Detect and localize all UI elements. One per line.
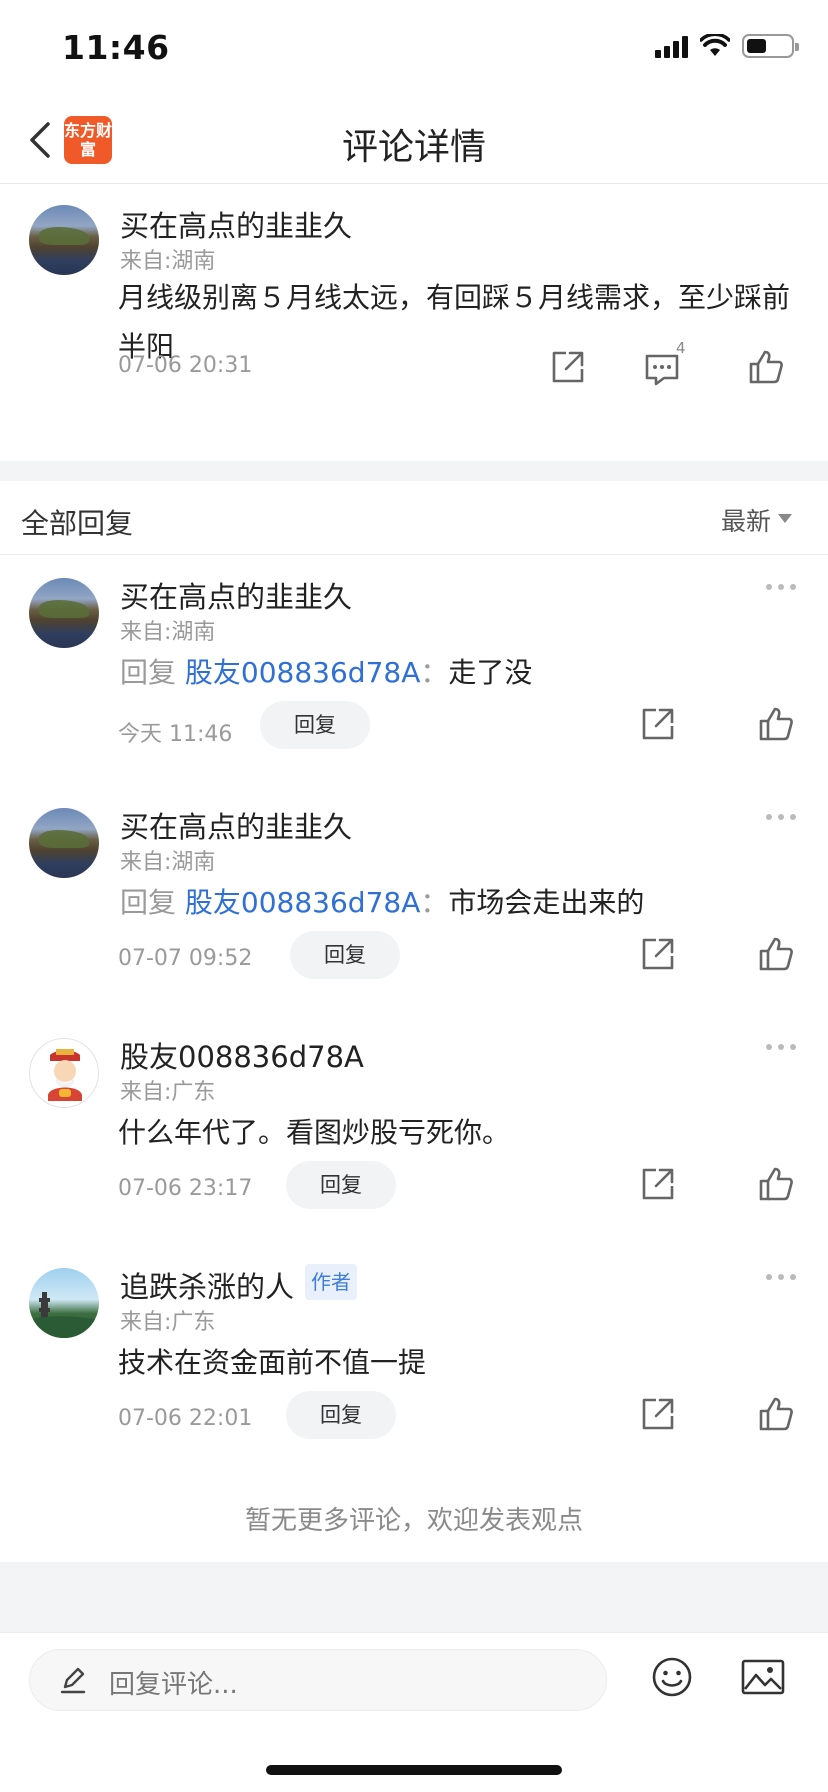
share-icon (642, 1398, 674, 1430)
reply-content: 回复 股友008836d78A：走了没 (120, 651, 532, 691)
wifi-icon (700, 34, 730, 56)
comment-time: 07-06 20:31 (118, 353, 253, 378)
more-options-icon[interactable] (766, 1044, 796, 1054)
comment-input-bar: 回复评论... (0, 1632, 828, 1792)
thumbs-up-icon (759, 937, 793, 971)
user-location: 来自:湖南 (120, 249, 216, 274)
avatar[interactable] (29, 1268, 99, 1338)
reply-button[interactable]: 回复 (260, 701, 370, 749)
reply-target-link[interactable]: 股友008836d78A (185, 656, 420, 689)
reply-time: 07-06 23:17 (118, 1176, 253, 1201)
reply-text: 什么年代了。看图炒股亏死你。 (118, 1116, 511, 1149)
replies-header: 全部回复 最新 (0, 481, 828, 555)
reply-text: 市场会走出来的 (448, 886, 645, 919)
reply-button[interactable]: 回复 (286, 1161, 396, 1209)
share-icon (642, 708, 674, 740)
reply-item: 买在高点的韭韭久 来自:湖南 回复 股友008836d78A：市场会走出来的 0… (0, 786, 828, 1016)
like-button[interactable] (756, 1164, 796, 1204)
reply-content: 回复 股友008836d78A：市场会走出来的 (120, 881, 644, 921)
reply-prefix: 回复 (120, 886, 177, 919)
author-badge: 作者 (305, 1264, 357, 1300)
reply-input[interactable]: 回复评论... (29, 1649, 607, 1711)
thumbs-up-icon (759, 1167, 793, 1201)
no-more-comments-note: 暂无更多评论，欢迎发表观点 (244, 1506, 583, 1536)
battery-icon (742, 34, 799, 58)
thumbs-up-icon (749, 350, 783, 384)
reply-colon: ： (420, 886, 449, 919)
nav-bar: 东方财富 评论详情 (0, 100, 828, 184)
user-name[interactable]: 买在高点的韭韭久 (120, 574, 352, 616)
avatar[interactable] (29, 205, 99, 275)
reply-time: 07-06 22:01 (118, 1406, 253, 1431)
pencil-icon (60, 1667, 86, 1694)
reply-item: 追跌杀涨的人 作者 来自:广东 技术在资金面前不值一提 07-06 22:01 … (0, 1246, 828, 1476)
fortune-god-avatar-icon (48, 1049, 82, 1101)
avatar[interactable] (29, 808, 99, 878)
user-location: 来自:广东 (120, 1310, 216, 1335)
user-location: 来自:湖南 (120, 620, 216, 645)
reply-button[interactable]: 回复 (290, 931, 400, 979)
status-icons (655, 34, 799, 58)
avatar[interactable] (29, 1038, 99, 1108)
reply-input-placeholder: 回复评论... (109, 1670, 238, 1700)
share-button[interactable] (638, 704, 678, 744)
thumbs-up-icon (759, 1397, 793, 1431)
image-upload-button[interactable] (740, 1655, 786, 1699)
reply-prefix: 回复 (120, 656, 177, 689)
section-title: 全部回复 (21, 507, 134, 540)
emoji-icon (652, 1657, 692, 1697)
reply-time: 今天 11:46 (118, 722, 233, 747)
reply-colon: ： (420, 656, 449, 689)
status-time: 11:46 (62, 28, 170, 67)
reply-item: 股友008836d78A 来自:广东 什么年代了。看图炒股亏死你。 07-06 … (0, 1016, 828, 1246)
reply-item: 买在高点的韭韭久 来自:湖南 回复 股友008836d78A：走了没 今天 11… (0, 556, 828, 786)
reply-count-badge: 4 (676, 339, 686, 357)
more-options-icon[interactable] (766, 584, 796, 594)
page-title: 评论详情 (341, 127, 486, 168)
reply-text: 走了没 (448, 656, 533, 689)
user-name[interactable]: 买在高点的韭韭久 (120, 804, 352, 846)
share-button[interactable] (638, 934, 678, 974)
share-button[interactable] (548, 347, 588, 387)
like-button[interactable] (756, 1394, 796, 1434)
user-name[interactable]: 股友008836d78A (120, 1034, 364, 1076)
reply-text: 技术在资金面前不值一提 (118, 1346, 427, 1379)
user-location: 来自:广东 (120, 1080, 216, 1105)
footer-spacer (0, 1562, 828, 1632)
more-options-icon[interactable] (766, 814, 796, 824)
reply-button[interactable]: 回复 (286, 1391, 396, 1439)
home-indicator (266, 1765, 562, 1775)
caret-down-icon[interactable] (778, 514, 792, 523)
image-icon (741, 1659, 785, 1695)
share-button[interactable] (638, 1164, 678, 1204)
like-button[interactable] (756, 704, 796, 744)
emoji-button[interactable] (650, 1655, 694, 1699)
share-button[interactable] (638, 1394, 678, 1434)
share-icon (552, 351, 584, 383)
share-icon (642, 938, 674, 970)
sort-dropdown[interactable]: 最新 (721, 502, 771, 538)
reply-time: 07-07 09:52 (118, 946, 253, 971)
section-divider (0, 461, 828, 481)
cellular-signal-icon (655, 34, 688, 58)
user-location: 来自:湖南 (120, 850, 216, 875)
share-icon (642, 1168, 674, 1200)
thumbs-up-icon (759, 707, 793, 741)
like-button[interactable] (746, 347, 786, 387)
pagoda-avatar-icon (29, 1292, 99, 1338)
user-name[interactable]: 买在高点的韭韭久 (120, 203, 352, 245)
like-button[interactable] (756, 934, 796, 974)
more-options-icon[interactable] (766, 1274, 796, 1284)
user-name[interactable]: 追跌杀涨的人 (120, 1264, 294, 1306)
reply-target-link[interactable]: 股友008836d78A (185, 886, 420, 919)
status-bar: 11:46 (0, 0, 828, 100)
main-comment: 买在高点的韭韭久 来自:湖南 月线级别离５月线太远，有回踩５月线需求，至少踩前半… (0, 185, 828, 461)
avatar[interactable] (29, 578, 99, 648)
